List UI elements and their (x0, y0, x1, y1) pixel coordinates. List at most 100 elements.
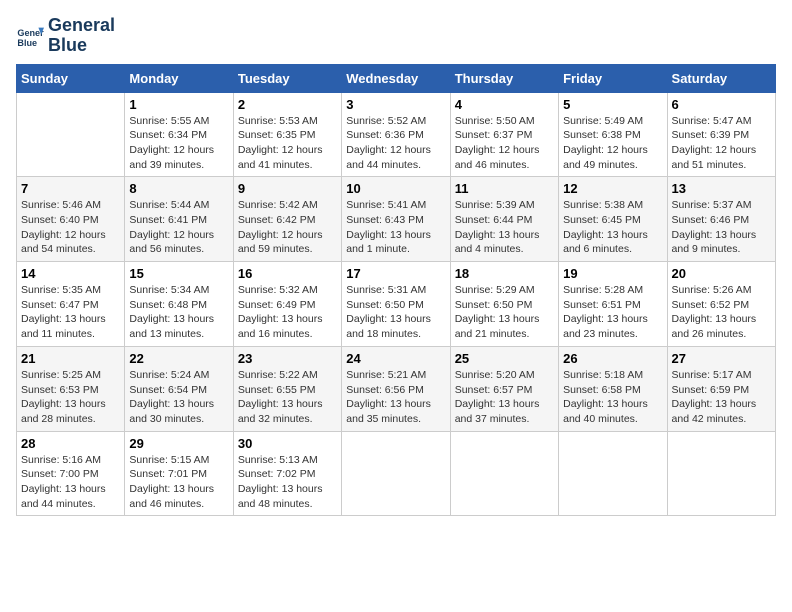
calendar-cell: 13 Sunrise: 5:37 AM Sunset: 6:46 PM Dayli… (667, 177, 775, 262)
calendar-cell: 14 Sunrise: 5:35 AM Sunset: 6:47 PM Dayli… (17, 262, 125, 347)
calendar-cell: 12 Sunrise: 5:38 AM Sunset: 6:45 PM Dayli… (559, 177, 667, 262)
day-detail: Sunrise: 5:15 AM Sunset: 7:01 PM Dayligh… (129, 453, 228, 512)
day-number: 30 (238, 436, 337, 451)
day-detail: Sunrise: 5:32 AM Sunset: 6:49 PM Dayligh… (238, 283, 337, 342)
day-detail: Sunrise: 5:39 AM Sunset: 6:44 PM Dayligh… (455, 198, 554, 257)
dow-header-thursday: Thursday (450, 64, 558, 92)
day-detail: Sunrise: 5:42 AM Sunset: 6:42 PM Dayligh… (238, 198, 337, 257)
day-detail: Sunrise: 5:22 AM Sunset: 6:55 PM Dayligh… (238, 368, 337, 427)
calendar-cell: 22 Sunrise: 5:24 AM Sunset: 6:54 PM Dayli… (125, 346, 233, 431)
day-number: 24 (346, 351, 445, 366)
calendar-cell: 21 Sunrise: 5:25 AM Sunset: 6:53 PM Dayli… (17, 346, 125, 431)
day-detail: Sunrise: 5:25 AM Sunset: 6:53 PM Dayligh… (21, 368, 120, 427)
day-detail: Sunrise: 5:29 AM Sunset: 6:50 PM Dayligh… (455, 283, 554, 342)
day-number: 19 (563, 266, 662, 281)
day-number: 25 (455, 351, 554, 366)
calendar-cell: 29 Sunrise: 5:15 AM Sunset: 7:01 PM Dayli… (125, 431, 233, 516)
day-detail: Sunrise: 5:17 AM Sunset: 6:59 PM Dayligh… (672, 368, 771, 427)
day-detail: Sunrise: 5:55 AM Sunset: 6:34 PM Dayligh… (129, 114, 228, 173)
day-number: 4 (455, 97, 554, 112)
calendar-cell: 19 Sunrise: 5:28 AM Sunset: 6:51 PM Dayli… (559, 262, 667, 347)
calendar-cell: 16 Sunrise: 5:32 AM Sunset: 6:49 PM Dayli… (233, 262, 341, 347)
calendar-cell: 10 Sunrise: 5:41 AM Sunset: 6:43 PM Dayli… (342, 177, 450, 262)
calendar-cell (17, 92, 125, 177)
calendar-cell: 5 Sunrise: 5:49 AM Sunset: 6:38 PM Daylig… (559, 92, 667, 177)
day-number: 3 (346, 97, 445, 112)
calendar-table: SundayMondayTuesdayWednesdayThursdayFrid… (16, 64, 776, 517)
dow-header-saturday: Saturday (667, 64, 775, 92)
day-number: 5 (563, 97, 662, 112)
logo: General Blue General Blue (16, 16, 115, 56)
calendar-cell: 25 Sunrise: 5:20 AM Sunset: 6:57 PM Dayli… (450, 346, 558, 431)
calendar-cell: 2 Sunrise: 5:53 AM Sunset: 6:35 PM Daylig… (233, 92, 341, 177)
day-detail: Sunrise: 5:26 AM Sunset: 6:52 PM Dayligh… (672, 283, 771, 342)
day-number: 27 (672, 351, 771, 366)
day-number: 11 (455, 181, 554, 196)
day-detail: Sunrise: 5:35 AM Sunset: 6:47 PM Dayligh… (21, 283, 120, 342)
day-detail: Sunrise: 5:31 AM Sunset: 6:50 PM Dayligh… (346, 283, 445, 342)
dow-header-friday: Friday (559, 64, 667, 92)
day-number: 17 (346, 266, 445, 281)
calendar-cell: 8 Sunrise: 5:44 AM Sunset: 6:41 PM Daylig… (125, 177, 233, 262)
day-detail: Sunrise: 5:44 AM Sunset: 6:41 PM Dayligh… (129, 198, 228, 257)
day-number: 21 (21, 351, 120, 366)
calendar-cell: 20Sunrise: 5:26 AM Sunset: 6:52 PM Dayli… (667, 262, 775, 347)
day-detail: Sunrise: 5:47 AM Sunset: 6:39 PM Dayligh… (672, 114, 771, 173)
dow-header-wednesday: Wednesday (342, 64, 450, 92)
day-number: 6 (672, 97, 771, 112)
day-number: 12 (563, 181, 662, 196)
day-number: 29 (129, 436, 228, 451)
day-detail: Sunrise: 5:37 AM Sunset: 6:46 PM Dayligh… (672, 198, 771, 257)
day-detail: Sunrise: 5:28 AM Sunset: 6:51 PM Dayligh… (563, 283, 662, 342)
day-detail: Sunrise: 5:21 AM Sunset: 6:56 PM Dayligh… (346, 368, 445, 427)
calendar-cell: 27 Sunrise: 5:17 AM Sunset: 6:59 PM Dayli… (667, 346, 775, 431)
calendar-cell: 18 Sunrise: 5:29 AM Sunset: 6:50 PM Dayli… (450, 262, 558, 347)
day-detail: Sunrise: 5:20 AM Sunset: 6:57 PM Dayligh… (455, 368, 554, 427)
calendar-cell: 28Sunrise: 5:16 AM Sunset: 7:00 PM Dayli… (17, 431, 125, 516)
day-number: 22 (129, 351, 228, 366)
day-number: 23 (238, 351, 337, 366)
logo-icon: General Blue (16, 22, 44, 50)
calendar-cell: 6 Sunrise: 5:47 AM Sunset: 6:39 PM Daylig… (667, 92, 775, 177)
day-number: 18 (455, 266, 554, 281)
day-detail: Sunrise: 5:24 AM Sunset: 6:54 PM Dayligh… (129, 368, 228, 427)
day-detail: Sunrise: 5:49 AM Sunset: 6:38 PM Dayligh… (563, 114, 662, 173)
day-number: 26 (563, 351, 662, 366)
dow-header-sunday: Sunday (17, 64, 125, 92)
day-number: 16 (238, 266, 337, 281)
calendar-cell: 7Sunrise: 5:46 AM Sunset: 6:40 PM Daylig… (17, 177, 125, 262)
calendar-cell: 23 Sunrise: 5:22 AM Sunset: 6:55 PM Dayli… (233, 346, 341, 431)
day-detail: Sunrise: 5:13 AM Sunset: 7:02 PM Dayligh… (238, 453, 337, 512)
day-number: 1 (129, 97, 228, 112)
calendar-cell: 4Sunrise: 5:50 AM Sunset: 6:37 PM Daylig… (450, 92, 558, 177)
calendar-cell: 9 Sunrise: 5:42 AM Sunset: 6:42 PM Daylig… (233, 177, 341, 262)
day-detail: Sunrise: 5:38 AM Sunset: 6:45 PM Dayligh… (563, 198, 662, 257)
day-detail: Sunrise: 5:16 AM Sunset: 7:00 PM Dayligh… (21, 453, 120, 512)
day-detail: Sunrise: 5:41 AM Sunset: 6:43 PM Dayligh… (346, 198, 445, 257)
logo-text: General Blue (48, 16, 115, 56)
day-number: 8 (129, 181, 228, 196)
svg-text:Blue: Blue (17, 38, 37, 48)
dow-header-monday: Monday (125, 64, 233, 92)
calendar-cell (559, 431, 667, 516)
day-number: 7 (21, 181, 120, 196)
calendar-cell: 17 Sunrise: 5:31 AM Sunset: 6:50 PM Dayli… (342, 262, 450, 347)
day-number: 10 (346, 181, 445, 196)
calendar-cell (667, 431, 775, 516)
calendar-cell: 24 Sunrise: 5:21 AM Sunset: 6:56 PM Dayli… (342, 346, 450, 431)
dow-header-tuesday: Tuesday (233, 64, 341, 92)
calendar-cell: 11 Sunrise: 5:39 AM Sunset: 6:44 PM Dayli… (450, 177, 558, 262)
day-number: 9 (238, 181, 337, 196)
calendar-cell (450, 431, 558, 516)
day-detail: Sunrise: 5:52 AM Sunset: 6:36 PM Dayligh… (346, 114, 445, 173)
day-number: 13 (672, 181, 771, 196)
day-detail: Sunrise: 5:53 AM Sunset: 6:35 PM Dayligh… (238, 114, 337, 173)
day-detail: Sunrise: 5:34 AM Sunset: 6:48 PM Dayligh… (129, 283, 228, 342)
calendar-cell: 1 Sunrise: 5:55 AM Sunset: 6:34 PM Daylig… (125, 92, 233, 177)
day-number: 14 (21, 266, 120, 281)
page-header: General Blue General Blue (16, 16, 776, 56)
calendar-cell: 15Sunrise: 5:34 AM Sunset: 6:48 PM Dayli… (125, 262, 233, 347)
day-number: 2 (238, 97, 337, 112)
calendar-cell: 30 Sunrise: 5:13 AM Sunset: 7:02 PM Dayli… (233, 431, 341, 516)
calendar-cell: 3 Sunrise: 5:52 AM Sunset: 6:36 PM Daylig… (342, 92, 450, 177)
